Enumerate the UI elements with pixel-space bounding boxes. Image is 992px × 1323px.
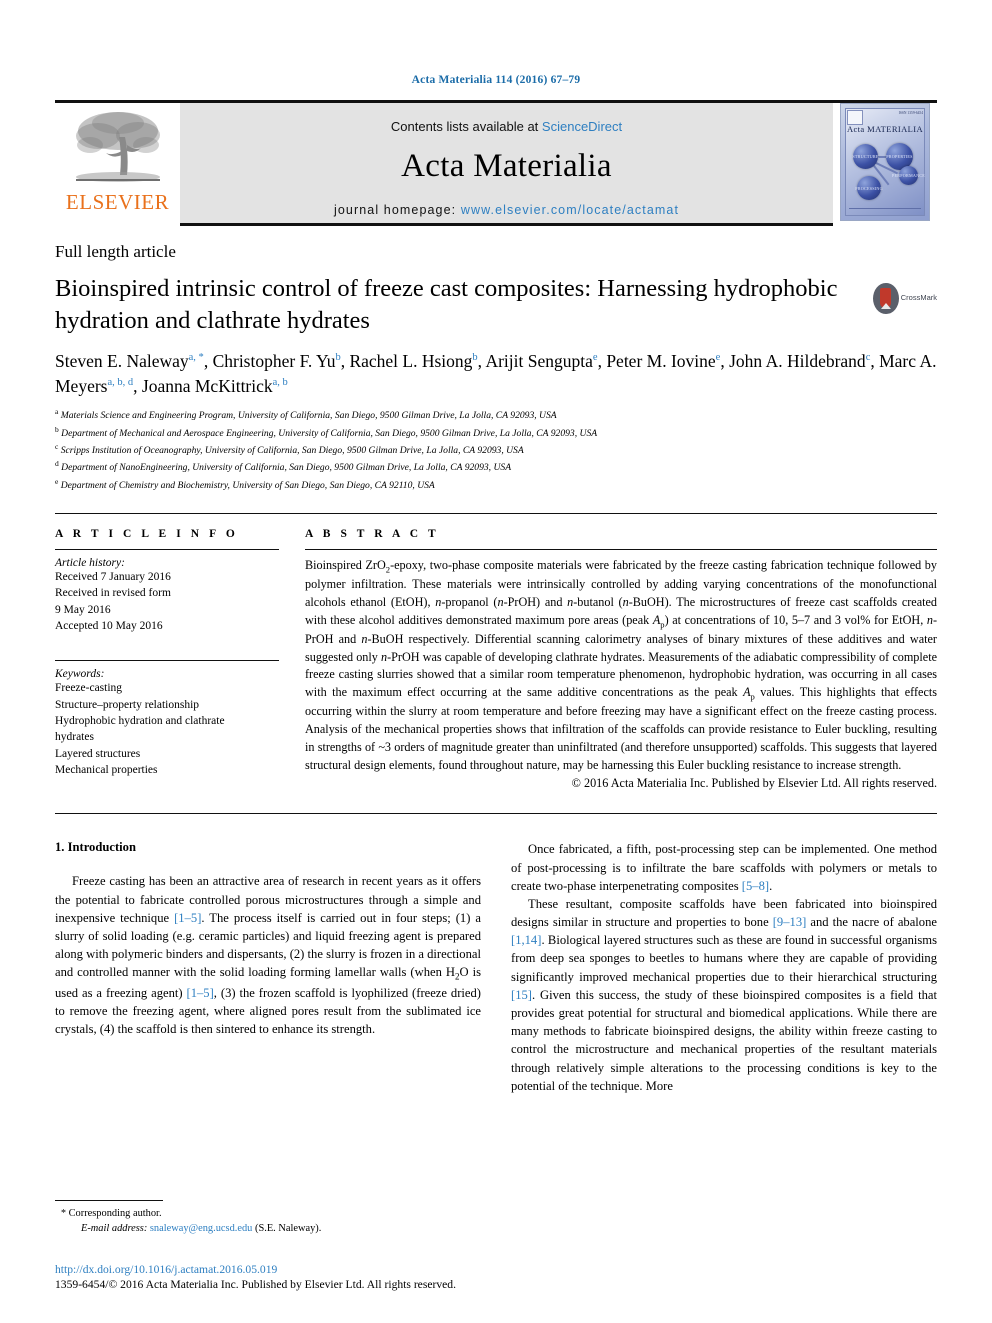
corresponding-author-label: Corresponding author. (68, 1207, 162, 1219)
info-abstract-block: A R T I C L E I N F O Article history: R… (55, 513, 937, 791)
cover-node-structure: STRUCTURE (852, 144, 878, 169)
email-link[interactable]: snaleway@eng.ucsd.edu (150, 1223, 252, 1234)
author-list: Steven E. Nalewaya, *, Christopher F. Yu… (55, 350, 937, 396)
abstract-heading: A B S T R A C T (305, 528, 440, 541)
article-page: Acta Materialia 114 (2016) 67–79 ELSEVIE… (0, 0, 992, 1323)
crossmark-badge[interactable]: CrossMark (873, 277, 937, 319)
author[interactable]: John A. Hildebrandc (729, 351, 870, 371)
keyword-item: Structure–property relationship (55, 698, 200, 711)
journal-homepage-line: journal homepage: www.elsevier.com/locat… (180, 203, 833, 217)
paragraph: Freeze casting has been an attractive ar… (55, 874, 481, 1037)
abstract-column: A B S T R A C T Bioinspired ZrO2-epoxy, … (305, 528, 937, 791)
journal-cover-thumbnail: ISSN 1359-6454 Acta MATERIALIA STRUCTURE… (840, 103, 930, 221)
keywords-block: Keywords: Freeze-casting Structure–prope… (55, 660, 279, 778)
article-info-heading: A R T I C L E I N F O (55, 528, 239, 541)
keyword-item: Layered structures (55, 747, 141, 760)
asterisk-icon: * (61, 1207, 66, 1219)
author[interactable]: Christopher F. Yub (213, 351, 341, 371)
contents-prefix: Contents lists available at (390, 119, 539, 134)
cover-node-processing: PROCESSING (855, 176, 883, 200)
cover-issn-code: ISSN 1359-6454 (898, 111, 923, 115)
keyword-item: hydrates (55, 731, 94, 744)
journal-title: Acta Materialia (401, 148, 612, 184)
affiliation: c Scripps Institution of Oceanography, U… (55, 442, 524, 457)
article-type: Full length article (55, 242, 176, 261)
email-owner: (S.E. Naleway). (254, 1223, 322, 1235)
title-row: Bioinspired intrinsic control of freeze … (55, 273, 937, 337)
section-heading-introduction: 1. Introduction (55, 840, 136, 855)
affiliation: e Department of Chemistry and Biochemist… (55, 476, 435, 491)
keyword-item: Mechanical properties (55, 764, 158, 777)
corresponding-author-line: * Corresponding author. (55, 1206, 485, 1222)
homepage-url[interactable]: www.elsevier.com/locate/actamat (461, 203, 679, 217)
issn-copyright-line: 1359-6454/© 2016 Acta Materialia Inc. Pu… (55, 1278, 456, 1291)
publisher-logo: ELSEVIER (55, 100, 180, 226)
page-footer: http://dx.doi.org/10.1016/j.actamat.2016… (55, 1263, 555, 1291)
affiliation: b Department of Mechanical and Aerospace… (55, 424, 598, 439)
contents-line: Contents lists available at ScienceDirec… (180, 103, 833, 134)
running-head: Acta Materialia 114 (2016) 67–79 (411, 74, 581, 86)
body-column-right: Once fabricated, a fifth, post-processin… (511, 840, 937, 1095)
affiliation-list: a Materials Science and Engineering Prog… (55, 406, 937, 493)
sciencedirect-link[interactable]: ScienceDirect (542, 119, 622, 134)
crossmark-icon (873, 282, 899, 314)
article-history-item: 9 May 2016 (55, 603, 111, 616)
article-history-item: Received 7 January 2016 (55, 571, 171, 584)
body-column-left: 1. Introduction Freeze casting has been … (55, 840, 481, 1095)
abstract-text: Bioinspired ZrO2-epoxy, two-phase compos… (305, 558, 937, 772)
crossmark-label: CrossMark (900, 293, 937, 303)
abstract-copyright: © 2016 Acta Materialia Inc. Published by… (571, 776, 937, 791)
elsevier-wordmark: ELSEVIER (65, 190, 170, 214)
cover-elsevier-mini-logo (847, 110, 863, 125)
keyword-item: Hydrophobic hydration and clathrate (55, 715, 225, 728)
author[interactable]: Peter M. Iovinee (606, 351, 720, 371)
author[interactable]: Rachel L. Hsiongb (349, 351, 477, 371)
journal-masthead: ELSEVIER Contents lists available at Sci… (55, 100, 937, 226)
doi-link[interactable]: http://dx.doi.org/10.1016/j.actamat.2016… (55, 1263, 555, 1276)
paragraph: These resultant, composite scaffolds hav… (511, 896, 937, 1093)
article-history-item: Accepted 10 May 2016 (55, 620, 163, 633)
keywords-label: Keywords: (55, 668, 105, 681)
article-history-item: Received in revised form (55, 587, 171, 600)
article-history-label: Article history: (55, 557, 125, 570)
author[interactable]: Steven E. Nalewaya, * (55, 351, 204, 371)
keyword-item: Freeze-casting (55, 682, 123, 695)
page-title: Bioinspired intrinsic control of freeze … (55, 275, 838, 334)
affiliation: a Materials Science and Engineering Prog… (55, 407, 557, 422)
masthead-center: Contents lists available at ScienceDirec… (180, 100, 833, 226)
body-columns: 1. Introduction Freeze casting has been … (55, 840, 937, 1095)
paragraph: Once fabricated, a fifth, post-processin… (511, 842, 937, 893)
email-label: E-mail address: (81, 1223, 148, 1235)
homepage-label: journal homepage: (333, 203, 457, 217)
cover-title: Acta MATERIALIA (846, 124, 924, 134)
author[interactable]: Arijit Senguptae (485, 351, 597, 371)
corresponding-author-footnote: * Corresponding author. E-mail address: … (55, 1199, 485, 1237)
email-line: E-mail address: snaleway@eng.ucsd.edu (S… (55, 1221, 485, 1237)
elsevier-tree-icon (75, 112, 160, 182)
affiliation: d Department of NanoEngineering, Univers… (55, 459, 512, 474)
cover-node-performance: PERFORMANCE (892, 166, 925, 185)
masthead-right: ISSN 1359-6454 Acta MATERIALIA STRUCTURE… (833, 100, 937, 226)
author[interactable]: Joanna McKittricka, b (142, 376, 288, 396)
article-info-column: A R T I C L E I N F O Article history: R… (55, 528, 305, 791)
